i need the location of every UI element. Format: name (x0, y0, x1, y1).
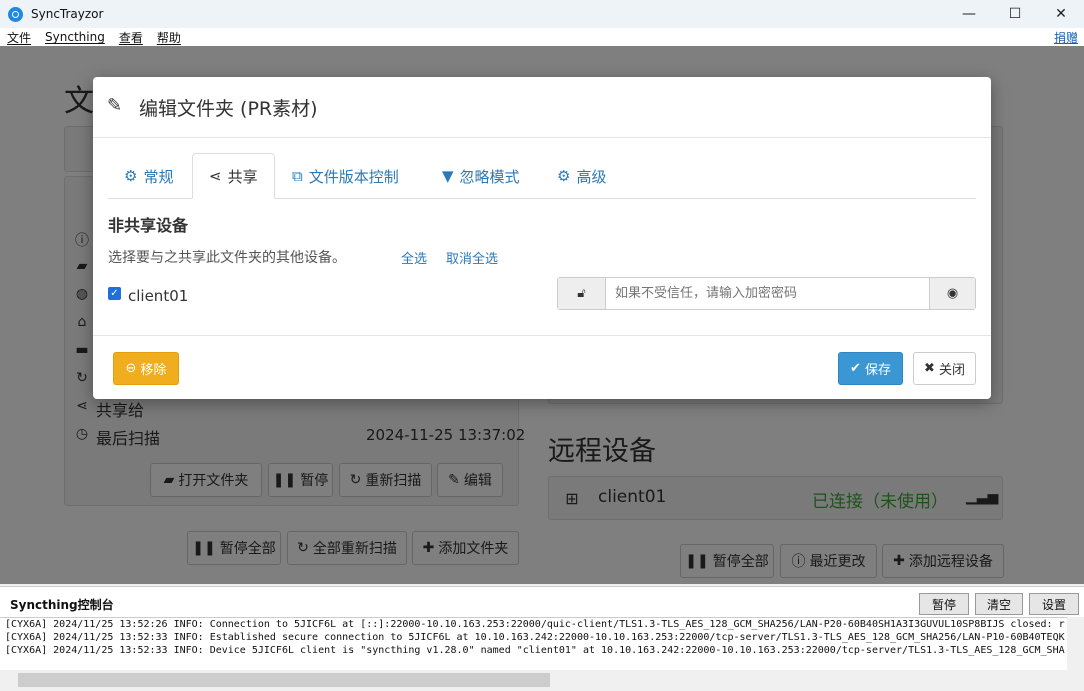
save-button[interactable]: ✔ 保存 (838, 352, 903, 385)
console-vertical-scrollbar[interactable] (1067, 617, 1084, 671)
maximize-button[interactable]: ☐ (992, 0, 1038, 28)
menu-file[interactable]: 文件 (7, 29, 31, 46)
remove-button[interactable]: ⊖ 移除 (113, 352, 179, 385)
close-icon: ✖ (924, 361, 935, 376)
scrollbar-thumb[interactable] (18, 673, 550, 687)
donate-link[interactable]: 捐赠 (1054, 29, 1078, 46)
dialog-title: 编辑文件夹 (PR素材) (139, 98, 318, 120)
log-line: [CYX6A] 2024/11/25 13:52:33 INFO: Device… (5, 645, 1065, 656)
syncthing-webview: 文 ⓘ ▰ ◍ ⌂ ▬ ↻ ⋖ 共享给 ◷ 最后扫描 2024-11-25 13… (0, 46, 1084, 584)
console-pause-button[interactable]: 暂停 (919, 593, 969, 615)
log-line: [CYX6A] 2024/11/25 13:52:26 INFO: Connec… (5, 619, 1065, 630)
check-icon: ✔ (850, 361, 861, 376)
menu-help[interactable]: 帮助 (157, 29, 181, 46)
dialog-tabs: ⚙ 常规 ⋖ 共享 ⧉ 文件版本控制 ▼ 忽略模式 ⚙ 高级 (108, 153, 976, 199)
encryption-password-group: 🔓︎ ◉ (557, 277, 976, 310)
tab-file-versioning[interactable]: ⧉ 文件版本控制 (276, 153, 415, 199)
save-label: 保存 (864, 363, 891, 378)
tab-sharing[interactable]: ⋖ 共享 (192, 153, 275, 199)
select-all-link[interactable]: 全选 (401, 248, 427, 267)
close-window-button[interactable]: ✕ (1038, 0, 1084, 28)
deselect-all-link[interactable]: 取消全选 (446, 248, 498, 267)
dialog-footer: ⊖ 移除 ✔ 保存 ✖ 关闭 (93, 335, 991, 399)
log-line: [CYX6A] 2024/11/25 13:52:33 INFO: Establ… (5, 632, 1065, 643)
close-button[interactable]: ✖ 关闭 (913, 352, 976, 385)
gear-icon: ⚙ (124, 167, 138, 185)
console-settings-button[interactable]: 设置 (1029, 593, 1079, 615)
device-checkbox-label[interactable]: client01 (128, 287, 188, 305)
minimize-button[interactable]: — (946, 0, 992, 28)
console-clear-button[interactable]: 清空 (975, 593, 1023, 615)
tab-sharing-label: 共享 (227, 167, 258, 186)
tab-advanced-label: 高级 (576, 167, 607, 186)
console-log[interactable]: [CYX6A] 2024/11/25 13:52:26 INFO: Connec… (0, 617, 1084, 670)
menu-bar: 文件 Syncthing 查看 帮助 捐赠 (0, 28, 1084, 46)
tab-ignore-patterns[interactable]: ▼ 忽略模式 (426, 153, 536, 199)
pencil-icon: ✎ (107, 95, 123, 116)
tab-general[interactable]: ⚙ 常规 (108, 153, 189, 199)
tab-file-versioning-label: 文件版本控制 (308, 167, 399, 186)
tab-advanced[interactable]: ⚙ 高级 (541, 153, 622, 199)
eye-icon: ◉ (946, 286, 959, 301)
tab-general-label: 常规 (143, 167, 174, 186)
filter-icon: ▼ (442, 167, 454, 185)
unlock-icon: 🔓︎ (558, 278, 605, 309)
console-horizontal-scrollbar[interactable] (0, 670, 1084, 691)
menu-view[interactable]: 查看 (119, 29, 143, 46)
minus-circle-icon: ⊖ (125, 361, 137, 376)
dialog-header: ✎ 编辑文件夹 (PR素材) (93, 77, 991, 138)
menu-syncthing[interactable]: Syncthing (45, 30, 105, 44)
synctrayzor-logo-icon (8, 6, 23, 22)
copy-icon: ⧉ (292, 167, 303, 185)
gears-icon: ⚙ (557, 167, 571, 185)
console-title: Syncthing控制台 (10, 598, 114, 612)
close-label: 关闭 (938, 363, 965, 378)
unshared-devices-title: 非共享设备 (108, 216, 189, 235)
window-title: SyncTrayzor (31, 7, 104, 21)
device-checkbox[interactable]: ✓ (108, 287, 121, 300)
console-header: Syncthing控制台 暂停 清空 设置 (0, 586, 1084, 617)
tab-ignore-patterns-label: 忽略模式 (459, 167, 520, 186)
edit-folder-dialog: ✎ 编辑文件夹 (PR素材) ⚙ 常规 ⋖ 共享 ⧉ 文件版本控制 ▼ 忽略模式 ⚙ 高级… (93, 77, 991, 399)
remove-label: 移除 (140, 363, 167, 378)
share-hint-text: 选择要与之共享此文件夹的其他设备。 (108, 250, 346, 266)
share-icon: ⋖ (209, 167, 222, 185)
show-password-toggle[interactable]: ◉ (930, 278, 975, 309)
title-bar: SyncTrayzor — ☐ ✕ (0, 0, 1084, 28)
encryption-password-input[interactable] (605, 278, 930, 309)
